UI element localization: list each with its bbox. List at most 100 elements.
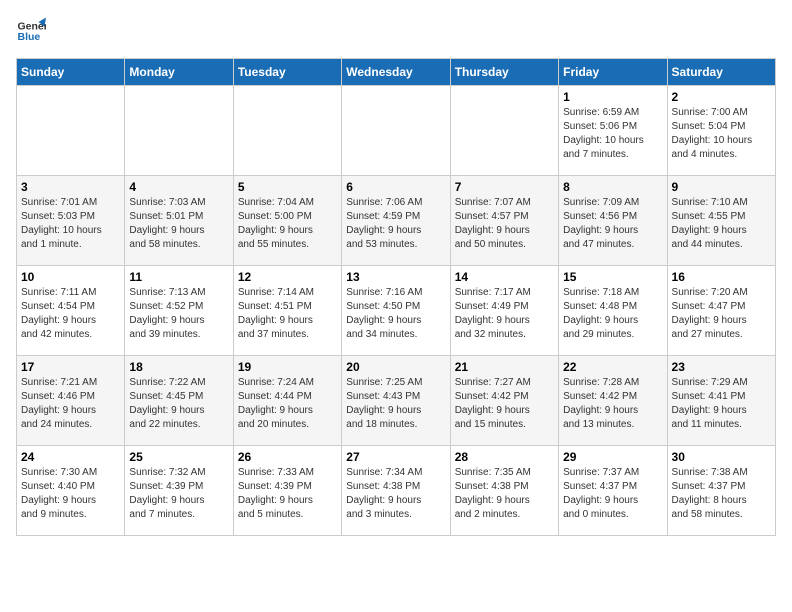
calendar-cell: 21 Sunrise: 7:27 AM Sunset: 4:42 PM Dayli… xyxy=(450,356,558,446)
calendar-cell: 15Sunrise: 7:18 AM Sunset: 4:48 PM Dayli… xyxy=(559,266,667,356)
day-info: Sunrise: 7:01 AM Sunset: 5:03 PM Dayligh… xyxy=(21,196,120,252)
day-info: Sunrise: 7:35 AM Sunset: 4:38 PM Dayligh… xyxy=(455,466,554,522)
calendar-week-4: 24 Sunrise: 7:30 AM Sunset: 4:40 PM Dayli… xyxy=(17,446,776,536)
day-info: Sunrise: 7:24 AM Sunset: 4:44 PM Dayligh… xyxy=(238,376,337,432)
calendar-cell: 22 Sunrise: 7:28 AM Sunset: 4:42 PM Dayli… xyxy=(559,356,667,446)
header-thursday: Thursday xyxy=(450,59,558,86)
calendar-header-row: SundayMondayTuesdayWednesdayThursdayFrid… xyxy=(17,59,776,86)
calendar-cell xyxy=(17,86,125,176)
calendar-cell: 19Sunrise: 7:24 AM Sunset: 4:44 PM Dayli… xyxy=(233,356,341,446)
day-info: Sunrise: 7:04 AM Sunset: 5:00 PM Dayligh… xyxy=(238,196,337,252)
day-number: 6 xyxy=(346,180,445,194)
header-monday: Monday xyxy=(125,59,233,86)
day-number: 29 xyxy=(563,450,662,464)
day-info: Sunrise: 7:13 AM Sunset: 4:52 PM Dayligh… xyxy=(129,286,228,342)
day-number: 7 xyxy=(455,180,554,194)
calendar-table: SundayMondayTuesdayWednesdayThursdayFrid… xyxy=(16,58,776,536)
day-number: 12 xyxy=(238,270,337,284)
calendar-cell xyxy=(233,86,341,176)
day-number: 22 xyxy=(563,360,662,374)
day-number: 24 xyxy=(21,450,120,464)
header: General Blue xyxy=(16,16,776,46)
calendar-week-3: 17 Sunrise: 7:21 AM Sunset: 4:46 PM Dayli… xyxy=(17,356,776,446)
day-number: 3 xyxy=(21,180,120,194)
day-number: 28 xyxy=(455,450,554,464)
logo: General Blue xyxy=(16,16,46,46)
day-info: Sunrise: 7:11 AM Sunset: 4:54 PM Dayligh… xyxy=(21,286,120,342)
day-number: 10 xyxy=(21,270,120,284)
day-info: Sunrise: 7:30 AM Sunset: 4:40 PM Dayligh… xyxy=(21,466,120,522)
svg-text:Blue: Blue xyxy=(18,31,41,43)
calendar-week-1: 3 Sunrise: 7:01 AM Sunset: 5:03 PM Daylig… xyxy=(17,176,776,266)
day-number: 16 xyxy=(672,270,771,284)
calendar-cell xyxy=(450,86,558,176)
day-info: Sunrise: 7:37 AM Sunset: 4:37 PM Dayligh… xyxy=(563,466,662,522)
day-number: 4 xyxy=(129,180,228,194)
day-info: Sunrise: 7:06 AM Sunset: 4:59 PM Dayligh… xyxy=(346,196,445,252)
calendar-cell: 25 Sunrise: 7:32 AM Sunset: 4:39 PM Dayli… xyxy=(125,446,233,536)
calendar-cell: 6 Sunrise: 7:06 AM Sunset: 4:59 PM Daylig… xyxy=(342,176,450,266)
day-number: 23 xyxy=(672,360,771,374)
day-info: Sunrise: 7:14 AM Sunset: 4:51 PM Dayligh… xyxy=(238,286,337,342)
day-info: Sunrise: 7:34 AM Sunset: 4:38 PM Dayligh… xyxy=(346,466,445,522)
day-info: Sunrise: 7:27 AM Sunset: 4:42 PM Dayligh… xyxy=(455,376,554,432)
day-number: 14 xyxy=(455,270,554,284)
day-info: Sunrise: 7:17 AM Sunset: 4:49 PM Dayligh… xyxy=(455,286,554,342)
day-info: Sunrise: 6:59 AM Sunset: 5:06 PM Dayligh… xyxy=(563,106,662,162)
day-info: Sunrise: 7:25 AM Sunset: 4:43 PM Dayligh… xyxy=(346,376,445,432)
calendar-week-0: 1 Sunrise: 6:59 AM Sunset: 5:06 PM Daylig… xyxy=(17,86,776,176)
day-info: Sunrise: 7:16 AM Sunset: 4:50 PM Dayligh… xyxy=(346,286,445,342)
day-number: 17 xyxy=(21,360,120,374)
calendar-cell xyxy=(342,86,450,176)
day-number: 5 xyxy=(238,180,337,194)
calendar-cell: 29 Sunrise: 7:37 AM Sunset: 4:37 PM Dayli… xyxy=(559,446,667,536)
calendar-cell: 16Sunrise: 7:20 AM Sunset: 4:47 PM Dayli… xyxy=(667,266,775,356)
header-tuesday: Tuesday xyxy=(233,59,341,86)
day-number: 11 xyxy=(129,270,228,284)
day-info: Sunrise: 7:28 AM Sunset: 4:42 PM Dayligh… xyxy=(563,376,662,432)
day-info: Sunrise: 7:07 AM Sunset: 4:57 PM Dayligh… xyxy=(455,196,554,252)
day-number: 18 xyxy=(129,360,228,374)
day-number: 13 xyxy=(346,270,445,284)
day-info: Sunrise: 7:33 AM Sunset: 4:39 PM Dayligh… xyxy=(238,466,337,522)
calendar-cell: 24 Sunrise: 7:30 AM Sunset: 4:40 PM Dayli… xyxy=(17,446,125,536)
calendar-cell: 30 Sunrise: 7:38 AM Sunset: 4:37 PM Dayli… xyxy=(667,446,775,536)
day-info: Sunrise: 7:32 AM Sunset: 4:39 PM Dayligh… xyxy=(129,466,228,522)
header-friday: Friday xyxy=(559,59,667,86)
day-info: Sunrise: 7:21 AM Sunset: 4:46 PM Dayligh… xyxy=(21,376,120,432)
calendar-cell: 10 Sunrise: 7:11 AM Sunset: 4:54 PM Dayli… xyxy=(17,266,125,356)
day-info: Sunrise: 7:29 AM Sunset: 4:41 PM Dayligh… xyxy=(672,376,771,432)
calendar-cell: 17 Sunrise: 7:21 AM Sunset: 4:46 PM Dayli… xyxy=(17,356,125,446)
calendar-cell: 14 Sunrise: 7:17 AM Sunset: 4:49 PM Dayli… xyxy=(450,266,558,356)
calendar-cell: 4Sunrise: 7:03 AM Sunset: 5:01 PM Daylig… xyxy=(125,176,233,266)
calendar-week-2: 10 Sunrise: 7:11 AM Sunset: 4:54 PM Dayli… xyxy=(17,266,776,356)
day-number: 2 xyxy=(672,90,771,104)
day-info: Sunrise: 7:38 AM Sunset: 4:37 PM Dayligh… xyxy=(672,466,771,522)
calendar-cell: 8 Sunrise: 7:09 AM Sunset: 4:56 PM Daylig… xyxy=(559,176,667,266)
day-info: Sunrise: 7:22 AM Sunset: 4:45 PM Dayligh… xyxy=(129,376,228,432)
day-number: 21 xyxy=(455,360,554,374)
calendar-cell: 28 Sunrise: 7:35 AM Sunset: 4:38 PM Dayli… xyxy=(450,446,558,536)
logo-icon: General Blue xyxy=(16,16,46,46)
calendar-cell: 26 Sunrise: 7:33 AM Sunset: 4:39 PM Dayli… xyxy=(233,446,341,536)
calendar-cell: 13 Sunrise: 7:16 AM Sunset: 4:50 PM Dayli… xyxy=(342,266,450,356)
calendar-cell: 3 Sunrise: 7:01 AM Sunset: 5:03 PM Daylig… xyxy=(17,176,125,266)
header-wednesday: Wednesday xyxy=(342,59,450,86)
header-saturday: Saturday xyxy=(667,59,775,86)
day-number: 15 xyxy=(563,270,662,284)
day-number: 20 xyxy=(346,360,445,374)
calendar-cell xyxy=(125,86,233,176)
day-info: Sunrise: 7:09 AM Sunset: 4:56 PM Dayligh… xyxy=(563,196,662,252)
day-number: 30 xyxy=(672,450,771,464)
calendar-cell: 18 Sunrise: 7:22 AM Sunset: 4:45 PM Dayli… xyxy=(125,356,233,446)
day-number: 25 xyxy=(129,450,228,464)
calendar-cell: 27Sunrise: 7:34 AM Sunset: 4:38 PM Dayli… xyxy=(342,446,450,536)
day-number: 8 xyxy=(563,180,662,194)
calendar-cell: 9Sunrise: 7:10 AM Sunset: 4:55 PM Daylig… xyxy=(667,176,775,266)
day-number: 1 xyxy=(563,90,662,104)
calendar-cell: 2 Sunrise: 7:00 AM Sunset: 5:04 PM Daylig… xyxy=(667,86,775,176)
calendar-cell: 12 Sunrise: 7:14 AM Sunset: 4:51 PM Dayli… xyxy=(233,266,341,356)
calendar-cell: 7 Sunrise: 7:07 AM Sunset: 4:57 PM Daylig… xyxy=(450,176,558,266)
day-number: 26 xyxy=(238,450,337,464)
day-info: Sunrise: 7:00 AM Sunset: 5:04 PM Dayligh… xyxy=(672,106,771,162)
